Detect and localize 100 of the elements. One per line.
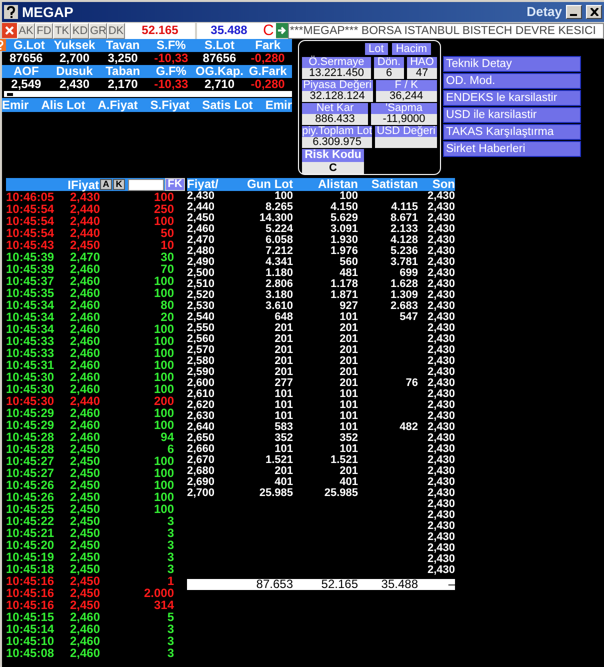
trade-price: 2,460: [70, 323, 102, 335]
table-cell-text: 2,430: [426, 532, 455, 543]
table-cell-text: 2,430: [426, 356, 455, 367]
close-icon: [590, 8, 598, 16]
table-cell-text: 2,470: [187, 235, 216, 246]
menu-button[interactable]: OD. Mod.: [443, 73, 581, 89]
table-cell-text: 2,430: [426, 510, 455, 521]
table-cell-text: 2,590: [187, 367, 216, 378]
stat-value: 2,549: [10, 78, 42, 91]
stat-label: G.Fark: [248, 65, 288, 78]
table-cell-text: 277: [274, 378, 293, 389]
toolbar-button[interactable]: AK: [17, 23, 35, 39]
stat-label: AOF: [12, 65, 40, 78]
toolbar-button[interactable]: TK: [53, 23, 71, 39]
trade-lot: 3: [166, 647, 174, 659]
minimize-button[interactable]: [566, 5, 582, 19]
trade-time: 10:45:29: [6, 419, 56, 431]
table-cell-text: 2,430: [426, 191, 455, 202]
trade-lot: 50: [160, 227, 174, 239]
table-cell-text: 2,680: [187, 466, 216, 477]
trade-price: 2,440: [70, 227, 102, 239]
column-header: A.Fiyat: [98, 98, 138, 112]
trade-lot: 314: [152, 599, 174, 611]
table-cell-text: 2,430: [426, 301, 455, 312]
trade-time: 10:45:26: [6, 479, 56, 491]
trade-price: 2,460: [70, 635, 102, 647]
trade-price: 2,460: [70, 623, 102, 635]
trade-price: 2,460: [70, 263, 102, 275]
trade-price: 2,460: [70, 647, 102, 659]
trade-lot: 200: [152, 395, 174, 407]
trade-price: 2,450: [70, 575, 102, 587]
trade-price: 2,450: [70, 467, 102, 479]
close-button[interactable]: [586, 5, 602, 19]
sort-button[interactable]: A: [100, 179, 112, 190]
tab[interactable]: Hacim: [392, 43, 431, 55]
trade-price: 2,430: [70, 191, 102, 203]
trade-lot: 100: [152, 455, 174, 467]
trade-lot: 100: [152, 419, 174, 431]
stat-label: S.F%: [155, 39, 187, 52]
trade-lot: 1: [166, 575, 174, 587]
table-cell-text: 2,430: [426, 279, 455, 290]
table-cell-text: 2,600: [187, 378, 216, 389]
trade-time: 10:45:30: [6, 371, 56, 383]
table-cell-text: 481: [338, 268, 358, 279]
menu-button[interactable]: Teknik Detay: [443, 56, 581, 72]
table-cell-text: 2,430: [426, 334, 455, 345]
trade-time: 10:45:54: [6, 203, 56, 215]
trade-lot: 100: [152, 407, 174, 419]
sort-button[interactable]: K: [113, 179, 125, 190]
field-value: 36,244: [376, 91, 437, 102]
trade-lot: 6: [166, 443, 174, 455]
table-cell-text: 3.781: [389, 257, 418, 268]
menu-button[interactable]: Sirket Haberleri: [443, 141, 581, 157]
total-cell-text: –: [447, 579, 455, 590]
table-cell-text: 1.871: [329, 290, 358, 301]
trade-lot: 3: [166, 539, 174, 551]
toolbar-button[interactable]: KD: [71, 23, 89, 39]
column-header: Gun Lot: [246, 178, 293, 191]
field-label: Risk Kodu: [302, 149, 364, 162]
trade-lot: 94: [160, 431, 174, 443]
field-value: 6: [374, 68, 404, 79]
trade-time: 10:45:28: [6, 443, 56, 455]
table-cell-text: 2,550: [187, 323, 216, 334]
trade-price: 2,450: [70, 479, 102, 491]
field-value: [375, 137, 437, 148]
table-cell-text: 2,430: [426, 257, 455, 268]
toolbar-button[interactable]: DK: [107, 23, 125, 39]
bid-total: 52.165: [125, 23, 195, 39]
toolbar-button[interactable]: FD: [35, 23, 53, 39]
trade-lot: 100: [152, 287, 174, 299]
stat-label: Tavan: [104, 39, 141, 52]
table-cell-text: 2,500: [187, 268, 216, 279]
trade-lot: 100: [152, 479, 174, 491]
table-cell-text: 201: [338, 334, 358, 345]
trade-price: 2,460: [70, 299, 102, 311]
toolbar-button[interactable]: GR: [89, 23, 107, 39]
table-cell-text: 201: [274, 367, 293, 378]
trade-time: 10:45:35: [6, 287, 56, 299]
column-header: IFiyat: [68, 176, 99, 192]
table-cell-text: 4.341: [264, 257, 293, 268]
menu-button[interactable]: USD ile karsilastir: [443, 107, 581, 123]
table-cell-text: 1.521: [264, 455, 293, 466]
menu-button[interactable]: ENDEKS le karsilastir: [443, 90, 581, 106]
trade-price: 2,460: [70, 371, 102, 383]
filter-button[interactable]: FK: [165, 178, 185, 191]
trade-time: 10:45:14: [6, 623, 56, 635]
scroll-bar[interactable]: [4, 91, 292, 97]
help-icon[interactable]: [4, 5, 18, 19]
menu-button[interactable]: TAKAS Karşılaştırma: [443, 124, 581, 140]
trade-price: 2,460: [70, 359, 102, 371]
trade-price: 2,460: [70, 335, 102, 347]
field-value: -11,9000: [371, 114, 437, 125]
trade-lot: 100: [152, 491, 174, 503]
trade-price: 2,460: [70, 407, 102, 419]
close-icon[interactable]: [2, 23, 17, 38]
tab[interactable]: Lot: [364, 43, 388, 55]
table-cell-text: 648: [274, 312, 293, 323]
input-field[interactable]: [128, 178, 164, 190]
trade-lot: 3: [166, 635, 174, 647]
table-cell-text: 2,520: [187, 290, 216, 301]
